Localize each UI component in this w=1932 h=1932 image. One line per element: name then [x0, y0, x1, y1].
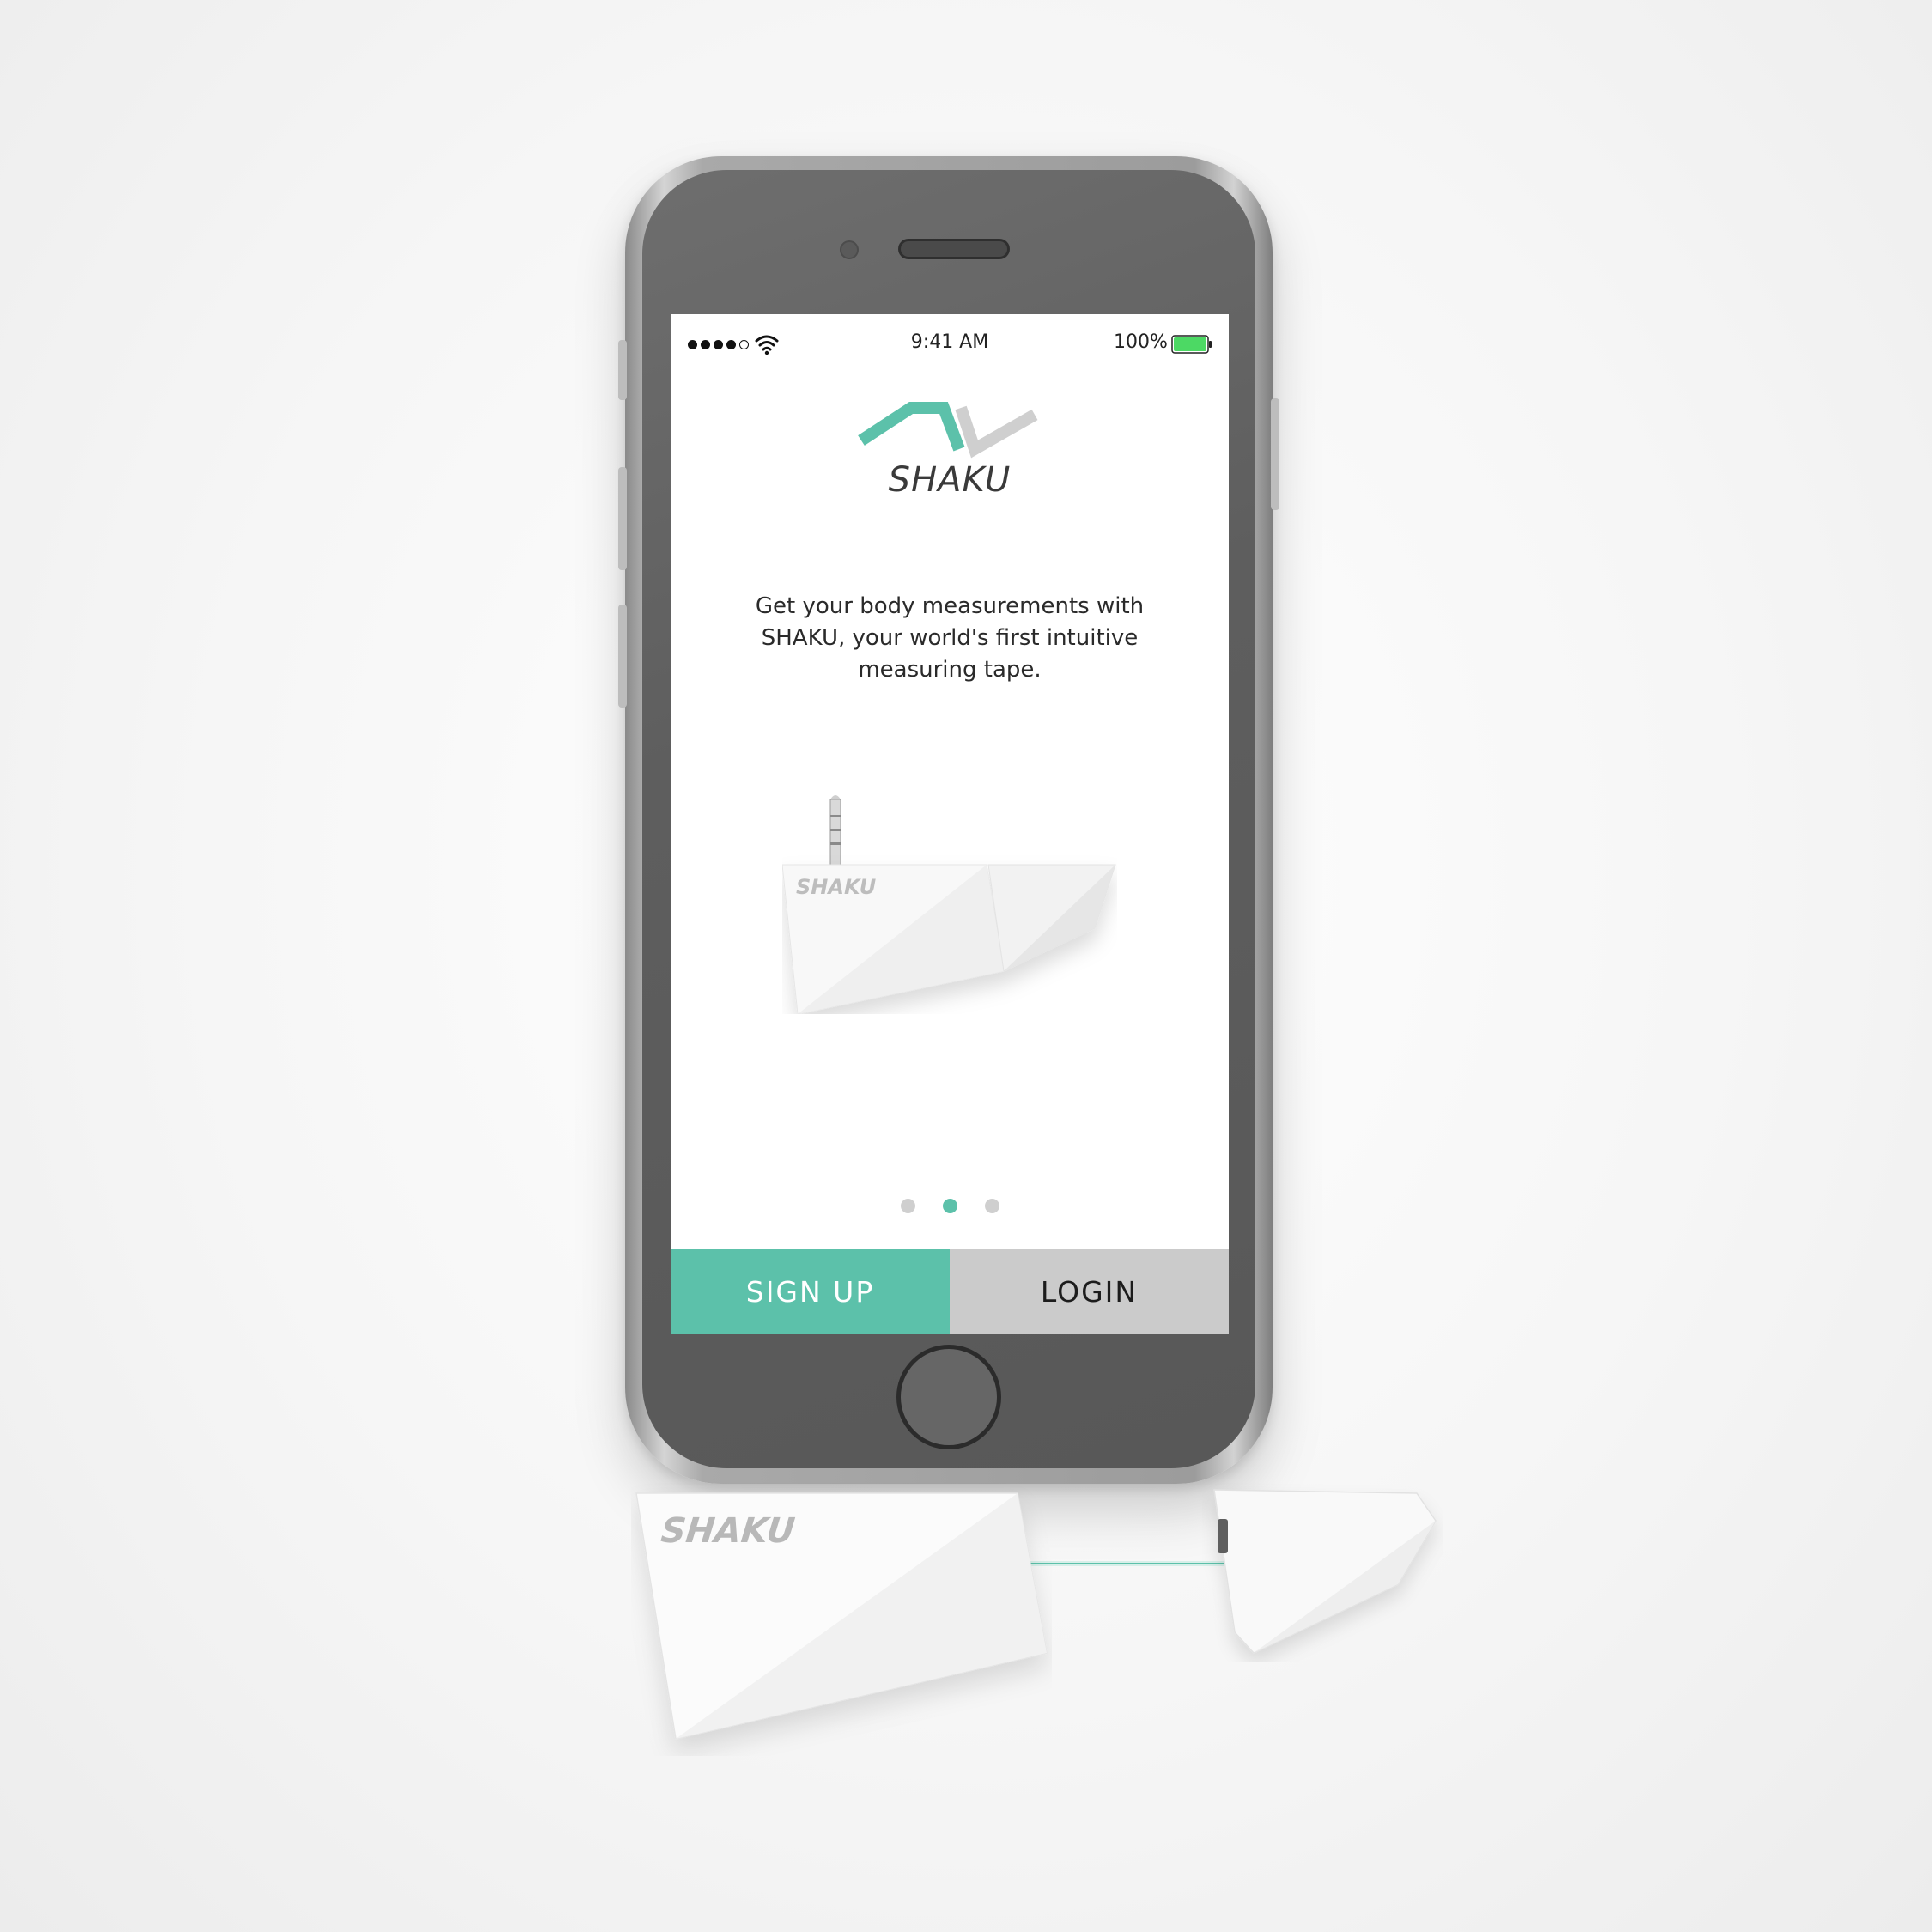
page-indicator	[671, 1199, 1229, 1214]
home-button[interactable]	[896, 1345, 1001, 1449]
battery-percentage: 100%	[1114, 331, 1168, 353]
app-logo-text: SHAKU	[888, 460, 1012, 500]
shaku-logo-icon	[858, 402, 1038, 459]
status-bar: 9:41 AM 100%	[671, 314, 1229, 374]
earpiece-speaker	[898, 239, 1010, 259]
sign-up-button[interactable]: SIGN UP	[671, 1249, 950, 1334]
power-button	[1271, 398, 1279, 510]
page-dot-active[interactable]	[942, 1199, 957, 1213]
intro-description: Get your body measurements with SHAKU, y…	[755, 593, 1145, 683]
page-dot[interactable]	[984, 1199, 999, 1213]
login-button[interactable]: LOGIN	[950, 1249, 1229, 1334]
device-illustration: SHAKU	[782, 795, 1116, 1014]
battery-icon	[1171, 335, 1212, 354]
product-brand-label: SHAKU	[659, 1511, 797, 1551]
front-camera-icon	[840, 240, 859, 259]
device-brand-label: SHAKU	[796, 875, 876, 899]
volume-up-button	[618, 467, 627, 570]
phone-screen: 9:41 AM 100% SHAKU Get your body measure…	[671, 314, 1229, 1334]
shaku-device-end-piece	[1213, 1489, 1437, 1654]
page-dot[interactable]	[900, 1199, 915, 1213]
mute-switch	[618, 340, 627, 400]
volume-down-button	[618, 605, 627, 708]
